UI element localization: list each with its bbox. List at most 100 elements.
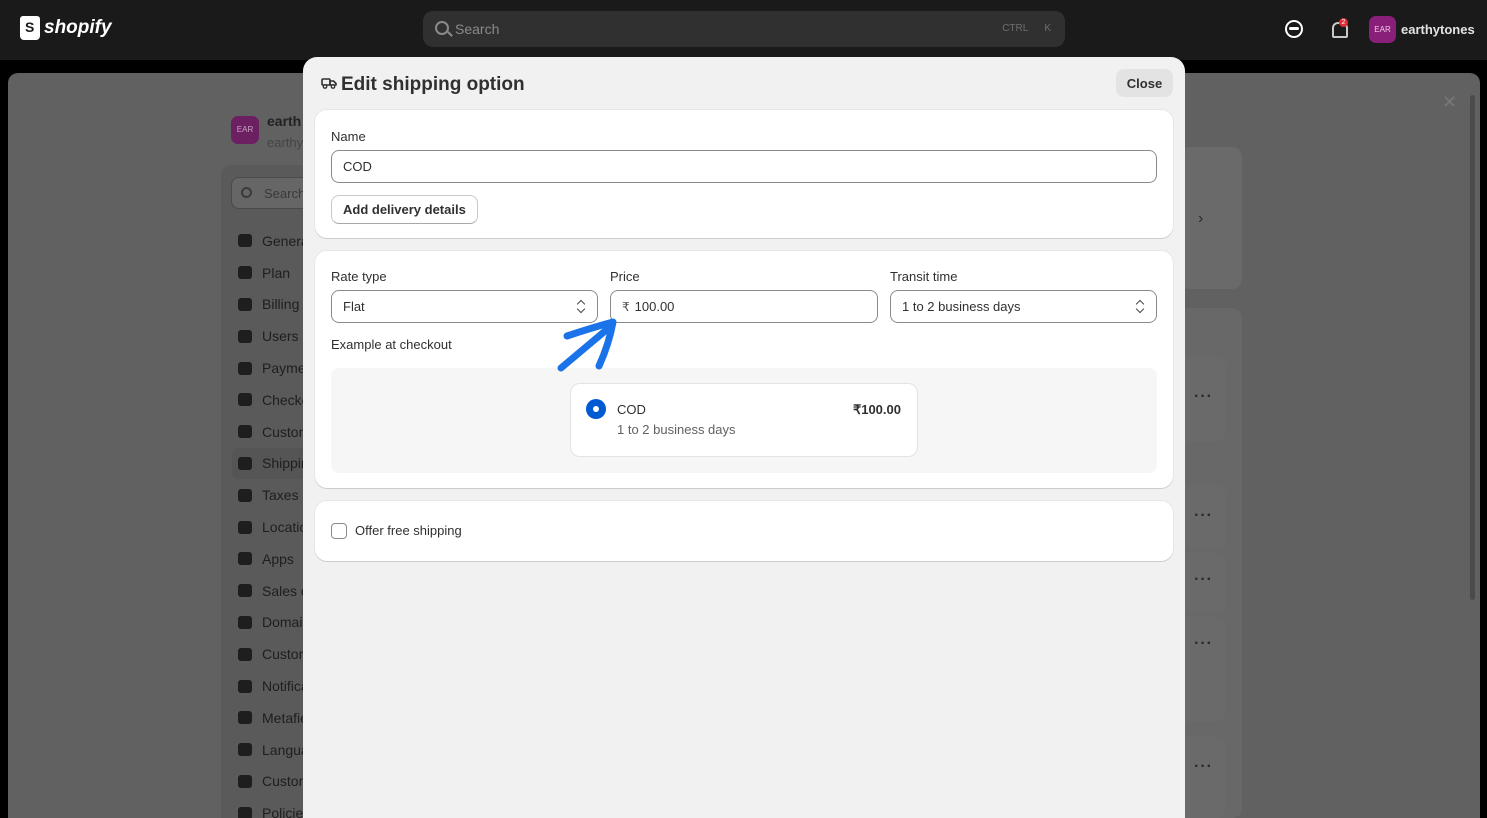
notification-count-badge: 2 xyxy=(1339,18,1348,27)
sidekick-icon[interactable] xyxy=(1285,20,1303,38)
cart-icon xyxy=(238,393,252,407)
settings-nav-customer-events[interactable]: Customer events xyxy=(238,638,308,670)
annotation-arrow-icon xyxy=(557,318,617,372)
events-icon xyxy=(238,647,252,661)
settings-nav: General Plan Billing Users Payments Chec… xyxy=(232,225,308,818)
select-arrows-icon xyxy=(577,299,585,313)
preview-transit-time: 1 to 2 business days xyxy=(617,422,736,437)
channels-icon xyxy=(238,584,252,598)
free-shipping-card: Offer free shipping xyxy=(315,501,1173,561)
plan-icon xyxy=(238,266,252,280)
settings-nav-metafields[interactable]: Metafields xyxy=(238,702,308,734)
free-shipping-checkbox[interactable] xyxy=(331,523,347,539)
settings-store-subtitle: earthy xyxy=(267,135,304,150)
settings-nav-plan[interactable]: Plan xyxy=(238,257,308,289)
settings-nav-notifications[interactable]: Notifications xyxy=(238,670,308,702)
settings-nav-policies[interactable]: Policies xyxy=(238,797,308,818)
modal-title: Edit shipping option xyxy=(341,74,525,95)
billing-icon xyxy=(238,297,252,311)
brand-name: shopify xyxy=(44,17,112,38)
policies-icon xyxy=(238,806,252,818)
rate-type-value: Flat xyxy=(343,299,365,314)
transit-time-select[interactable]: 1 to 2 business days xyxy=(890,290,1157,323)
radio-selected-icon xyxy=(586,399,606,419)
close-button[interactable]: Close xyxy=(1116,69,1173,97)
lock-icon xyxy=(238,774,252,788)
settings-store-avatar: EAR xyxy=(231,116,259,144)
settings-store-name: earth xyxy=(267,113,302,129)
more-actions-icon[interactable]: ··· xyxy=(1194,507,1213,525)
settings-nav-checkout[interactable]: Checkout xyxy=(238,384,308,416)
search-shortcut: CTRL K xyxy=(1002,23,1051,34)
settings-nav-sales-channels[interactable]: Sales channels xyxy=(238,575,308,607)
settings-nav-taxes[interactable]: Taxes and duties xyxy=(238,479,308,511)
location-icon xyxy=(238,520,252,534)
rate-card: Rate type Flat Price ₹100.00 Transit tim… xyxy=(315,251,1173,488)
taxes-icon xyxy=(238,488,252,502)
preview-option-name: COD xyxy=(617,402,646,417)
settings-nav-customer-privacy[interactable]: Customer privacy xyxy=(238,766,308,798)
domains-icon xyxy=(238,615,252,629)
price-label: Price xyxy=(610,269,640,284)
store-avatar[interactable]: EAR xyxy=(1369,16,1396,43)
currency-symbol: ₹ xyxy=(622,300,630,314)
metafields-icon xyxy=(238,711,252,725)
truck-icon xyxy=(238,456,252,470)
users-icon xyxy=(238,329,252,343)
settings-nav-apps[interactable]: Apps xyxy=(238,543,308,575)
more-actions-icon[interactable]: ··· xyxy=(1194,635,1213,653)
top-bar: shopify Search CTRL K 2 EAR earthytones xyxy=(0,0,1487,60)
more-actions-icon[interactable]: ··· xyxy=(1194,388,1213,406)
name-card: Name COD Add delivery details xyxy=(315,110,1173,238)
shopify-bag-icon xyxy=(20,16,40,40)
transit-time-label: Transit time xyxy=(890,269,958,284)
modal-header: Edit shipping option Close xyxy=(303,57,1185,109)
global-search-input[interactable]: Search CTRL K xyxy=(423,11,1065,47)
rate-type-label: Rate type xyxy=(331,269,387,284)
edit-shipping-option-modal: Edit shipping option Close Name COD Add … xyxy=(303,57,1185,818)
name-input[interactable]: COD xyxy=(331,150,1157,183)
settings-nav-customer-accounts[interactable]: Customer accounts xyxy=(238,416,308,448)
example-checkout-label: Example at checkout xyxy=(331,337,452,352)
bell-icon xyxy=(238,679,252,693)
store-name[interactable]: earthytones xyxy=(1401,22,1475,37)
chevron-right-icon[interactable]: › xyxy=(1198,210,1203,228)
truck-icon xyxy=(321,78,337,89)
backdrop-row xyxy=(1180,737,1226,818)
apps-icon xyxy=(238,552,252,566)
language-icon xyxy=(238,743,252,757)
settings-nav-domains[interactable]: Domains xyxy=(238,607,308,639)
settings-nav-billing[interactable]: Billing xyxy=(238,289,308,321)
settings-nav-general[interactable]: General xyxy=(238,225,308,257)
person-icon xyxy=(238,425,252,439)
settings-nav-languages[interactable]: Languages xyxy=(238,734,308,766)
settings-nav-shipping[interactable]: Shipping and delivery xyxy=(232,447,308,480)
price-input[interactable]: ₹100.00 xyxy=(610,290,878,323)
backdrop-card xyxy=(1180,147,1242,289)
free-shipping-label[interactable]: Offer free shipping xyxy=(355,523,462,538)
shortcut-ctrl: CTRL xyxy=(1002,23,1029,34)
search-icon xyxy=(435,21,449,35)
shopify-logo[interactable]: shopify xyxy=(20,16,112,40)
more-actions-icon[interactable]: ··· xyxy=(1194,571,1213,589)
page-scrollbar[interactable] xyxy=(1470,95,1475,600)
settings-nav-payments[interactable]: Payments xyxy=(238,352,308,384)
settings-nav-users[interactable]: Users xyxy=(238,320,308,352)
select-arrows-icon xyxy=(1136,299,1144,313)
backdrop-row xyxy=(1180,617,1226,722)
store-icon xyxy=(238,234,252,248)
name-input-value: COD xyxy=(343,159,372,174)
price-input-value: 100.00 xyxy=(634,299,675,314)
settings-nav-locations[interactable]: Locations xyxy=(238,511,308,543)
name-label: Name xyxy=(331,129,366,144)
settings-close-icon[interactable]: ✕ xyxy=(1442,92,1457,113)
settings-search-placeholder: Search xyxy=(264,186,306,201)
checkout-preview: COD 1 to 2 business days ₹100.00 xyxy=(331,368,1157,473)
payments-icon xyxy=(238,361,252,375)
search-icon xyxy=(241,187,252,198)
search-placeholder: Search xyxy=(455,21,500,37)
more-actions-icon[interactable]: ··· xyxy=(1194,758,1213,776)
transit-time-value: 1 to 2 business days xyxy=(902,299,1021,314)
add-delivery-details-button[interactable]: Add delivery details xyxy=(331,195,478,224)
checkout-preview-option: COD 1 to 2 business days ₹100.00 xyxy=(570,383,918,457)
